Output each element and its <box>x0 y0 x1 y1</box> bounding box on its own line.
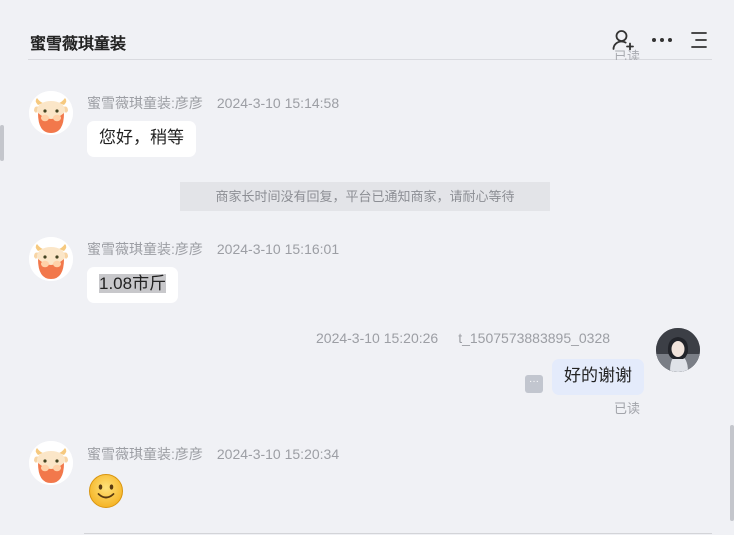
selected-text[interactable]: 1.08市斤 <box>99 274 167 293</box>
message-meta: 蜜雪薇琪童装:彦彦 2024-3-10 15:20:34 <box>87 444 339 464</box>
message-meta: 2024-3-10 15:20:26 t_1507573883895_0328 <box>316 330 610 346</box>
sender-name: 蜜雪薇琪童装:彦彦 <box>87 446 203 462</box>
shop-avatar[interactable] <box>29 237 73 281</box>
message-meta: 蜜雪薇琪童装:彦彦 2024-3-10 15:16:01 <box>87 239 339 259</box>
shop-avatar[interactable] <box>29 91 73 135</box>
scrolled-read-status: 已读 <box>614 49 641 60</box>
sender-name: 蜜雪薇琪童装:彦彦 <box>87 241 203 257</box>
input-divider <box>84 533 712 534</box>
user-avatar[interactable] <box>656 328 700 372</box>
menu-list-icon[interactable] <box>687 28 711 52</box>
message-time: 2024-3-10 15:20:34 <box>216 446 340 462</box>
my-message-bubble[interactable]: 好的谢谢 <box>552 359 644 395</box>
sender-name: 蜜雪薇琪童装:彦彦 <box>87 95 203 111</box>
message-bubble[interactable]: 1.08市斤 <box>87 267 179 303</box>
message-time: 2024-3-10 15:20:26 <box>316 330 439 346</box>
read-status: 已读 <box>614 401 641 416</box>
message-meta: 蜜雪薇琪童装:彦彦 2024-3-10 15:14:58 <box>87 93 339 113</box>
smiling-face-emoji-icon[interactable] <box>88 473 124 509</box>
shop-title: 蜜雪薇琪童装 <box>30 36 127 53</box>
scrollbar-thumb[interactable] <box>730 425 734 521</box>
message-time: 2024-3-10 15:14:58 <box>216 95 340 111</box>
shop-avatar[interactable] <box>29 441 73 485</box>
message-more-icon[interactable]: ··· <box>525 375 543 393</box>
message-bubble[interactable]: 您好，稍等 <box>87 121 196 157</box>
system-notice: 商家长时间没有回复，平台已通知商家，请耐心等待 <box>180 182 550 211</box>
left-edge-handle[interactable] <box>0 125 4 161</box>
message-time: 2024-3-10 15:16:01 <box>216 241 340 257</box>
header-divider <box>28 59 712 60</box>
sender-name: t_1507573883895_0328 <box>458 330 611 346</box>
more-options-icon[interactable] <box>650 28 674 52</box>
